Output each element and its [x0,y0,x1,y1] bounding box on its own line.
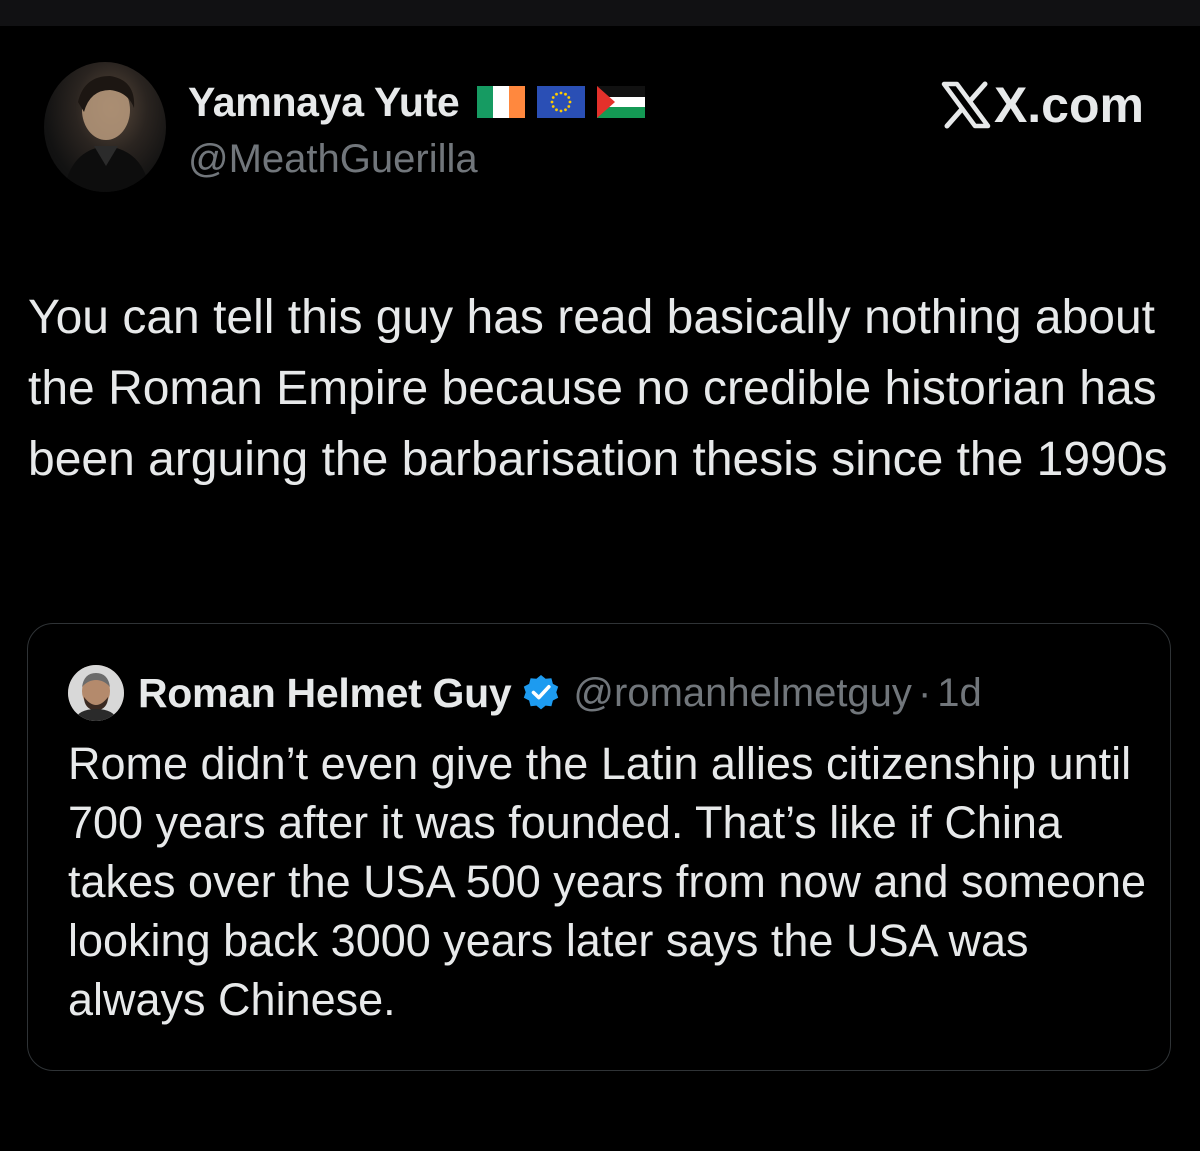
quoted-post-text: Rome didn’t even give the Latin allies c… [68,738,1147,1025]
quoted-post-card[interactable]: Roman Helmet Guy @romanhelmetguy · 1d Ro… [27,623,1171,1071]
quoted-author-handle[interactable]: @romanhelmetguy [573,671,912,716]
palestine-flag-icon [597,86,646,118]
author-name[interactable]: Yamnaya Yute [188,79,460,126]
quoted-post-timestamp[interactable]: 1d [937,671,982,716]
quoted-author-name[interactable]: Roman Helmet Guy [138,670,512,717]
author-avatar[interactable] [44,62,166,192]
brand-text: X.com [993,77,1144,133]
verified-badge-icon [524,675,559,710]
brand-label: X.com [940,76,1144,134]
status-strip [0,0,1200,26]
ireland-flag-icon [477,86,526,118]
meta-separator: · [917,670,932,715]
quoted-author-avatar[interactable] [68,665,124,721]
quoted-post-header: Roman Helmet Guy @romanhelmetguy · 1d [68,664,982,722]
author-flags [477,86,646,118]
author-name-row: Yamnaya Yute [188,78,646,126]
post-text: You can tell this guy has read basically… [28,291,1168,486]
x-logo-icon [941,81,991,129]
eu-flag-icon [537,86,586,118]
author-handle[interactable]: @MeathGuerilla [188,137,478,182]
